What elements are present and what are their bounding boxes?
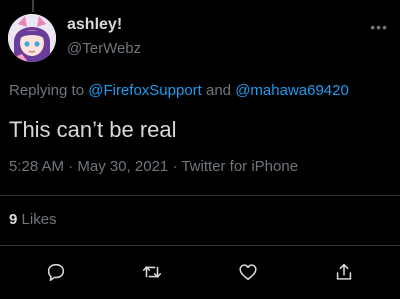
avatar[interactable] xyxy=(8,14,56,62)
likes-stat[interactable]: 9 Likes xyxy=(9,210,57,230)
avatar-image xyxy=(8,14,56,62)
likes-count: 9 xyxy=(9,211,18,228)
tweet-timestamp-source[interactable]: 5:28 AM · May 30, 2021 · Twitter for iPh… xyxy=(9,157,298,177)
author-handle[interactable]: @TerWebz xyxy=(67,39,141,59)
mention-link-firefoxsupport[interactable]: @FirefoxSupport xyxy=(88,82,202,99)
like-button[interactable] xyxy=(234,258,262,286)
retweet-button[interactable] xyxy=(138,258,166,286)
replying-and: and xyxy=(201,82,236,99)
likes-label: Likes xyxy=(21,211,57,228)
reply-button[interactable] xyxy=(42,258,70,286)
action-bar xyxy=(0,258,400,286)
share-icon xyxy=(336,263,352,280)
mention-link-mahawa69420[interactable]: @mahawa69420 xyxy=(235,82,349,99)
divider xyxy=(0,245,400,246)
more-options-icon[interactable]: ••• xyxy=(370,20,388,34)
replying-prefix: Replying to xyxy=(9,82,89,99)
heart-icon xyxy=(239,264,257,281)
thread-connector-line xyxy=(32,0,34,12)
author-block[interactable]: ashley! @TerWebz xyxy=(67,15,141,59)
share-button[interactable] xyxy=(330,258,358,286)
tweet-detail: ashley! @TerWebz ••• Replying to @Firefo… xyxy=(0,0,400,299)
replying-to-line: Replying to @FirefoxSupport and @mahawa6… xyxy=(9,81,349,101)
retweet-icon xyxy=(142,266,162,278)
speech-bubble-icon xyxy=(47,263,65,282)
tweet-text: This can’t be real xyxy=(9,117,177,142)
author-display-name[interactable]: ashley! xyxy=(67,15,141,35)
divider xyxy=(0,195,400,196)
